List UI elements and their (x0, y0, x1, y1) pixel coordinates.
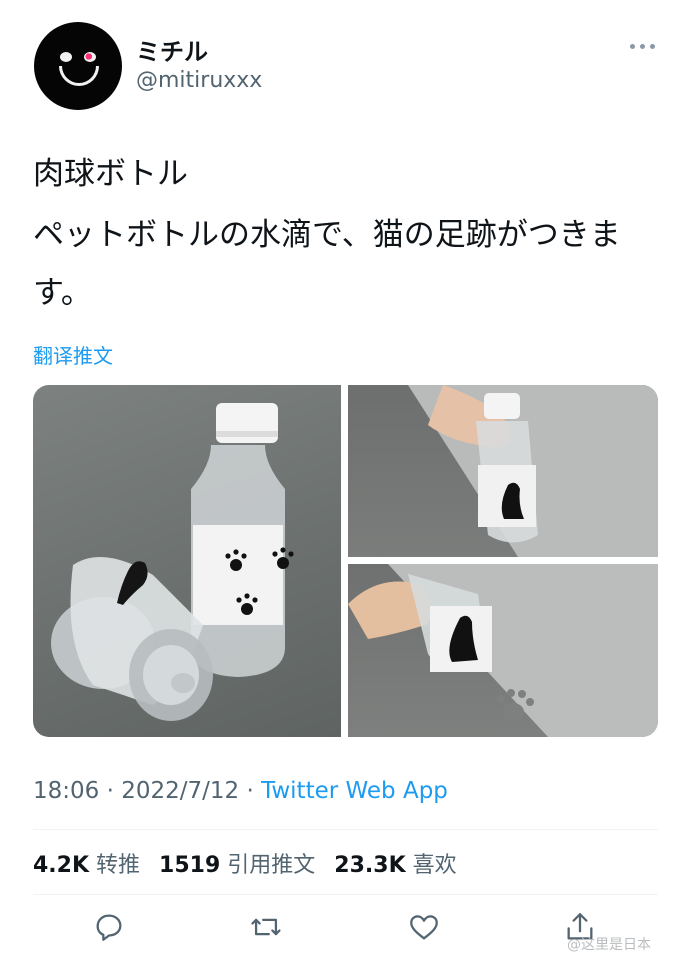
media-grid (33, 385, 658, 737)
retweet-label: 转推 (96, 853, 141, 878)
meta-separator: · (99, 778, 122, 804)
avatar-mouth (59, 66, 99, 86)
photo-bottles[interactable] (33, 385, 341, 737)
retweet-stat[interactable]: 4.2K 转推 (33, 853, 140, 878)
retweet-icon[interactable] (249, 910, 283, 944)
user-handle[interactable]: @mitiruxxx (136, 68, 262, 93)
like-stat[interactable]: 23.3K 喜欢 (334, 853, 456, 878)
tweet-meta: 18:06 · 2022/7/12 · Twitter Web App (33, 778, 448, 804)
translate-tweet-link[interactable]: 翻译推文 (33, 340, 113, 369)
quote-label: 引用推文 (227, 853, 316, 878)
reply-icon[interactable] (92, 910, 126, 944)
tweet-date[interactable]: 2022/7/12 (121, 778, 239, 804)
tweet-body: ペットボトルの水滴で、猫の足跡がつきます。 (33, 217, 621, 311)
divider (33, 829, 658, 830)
quote-stat[interactable]: 1519 引用推文 (159, 853, 315, 878)
photo-paw-print[interactable] (348, 564, 658, 737)
tweet-title: 肉球ボトル (33, 156, 188, 192)
tweet-source-link[interactable]: Twitter Web App (261, 778, 448, 804)
watermark: @这里是日本 (567, 937, 651, 953)
avatar[interactable] (34, 22, 122, 110)
meta-separator-2: · (239, 778, 262, 804)
like-label: 喜欢 (412, 853, 457, 878)
like-count: 23.3K (334, 853, 406, 878)
like-icon[interactable] (407, 910, 441, 944)
photo-hand-lifting[interactable] (348, 385, 658, 557)
divider (33, 894, 658, 895)
display-name[interactable]: ミチル (136, 32, 208, 67)
retweet-count: 4.2K (33, 853, 90, 878)
avatar-eye-right (84, 52, 96, 62)
avatar-eye-left (60, 52, 72, 62)
more-options-icon[interactable] (630, 44, 656, 52)
tweet-time[interactable]: 18:06 (33, 778, 99, 804)
quote-count: 1519 (159, 853, 221, 878)
tweet-stats: 4.2K 转推 1519 引用推文 23.3K 喜欢 (33, 847, 457, 879)
